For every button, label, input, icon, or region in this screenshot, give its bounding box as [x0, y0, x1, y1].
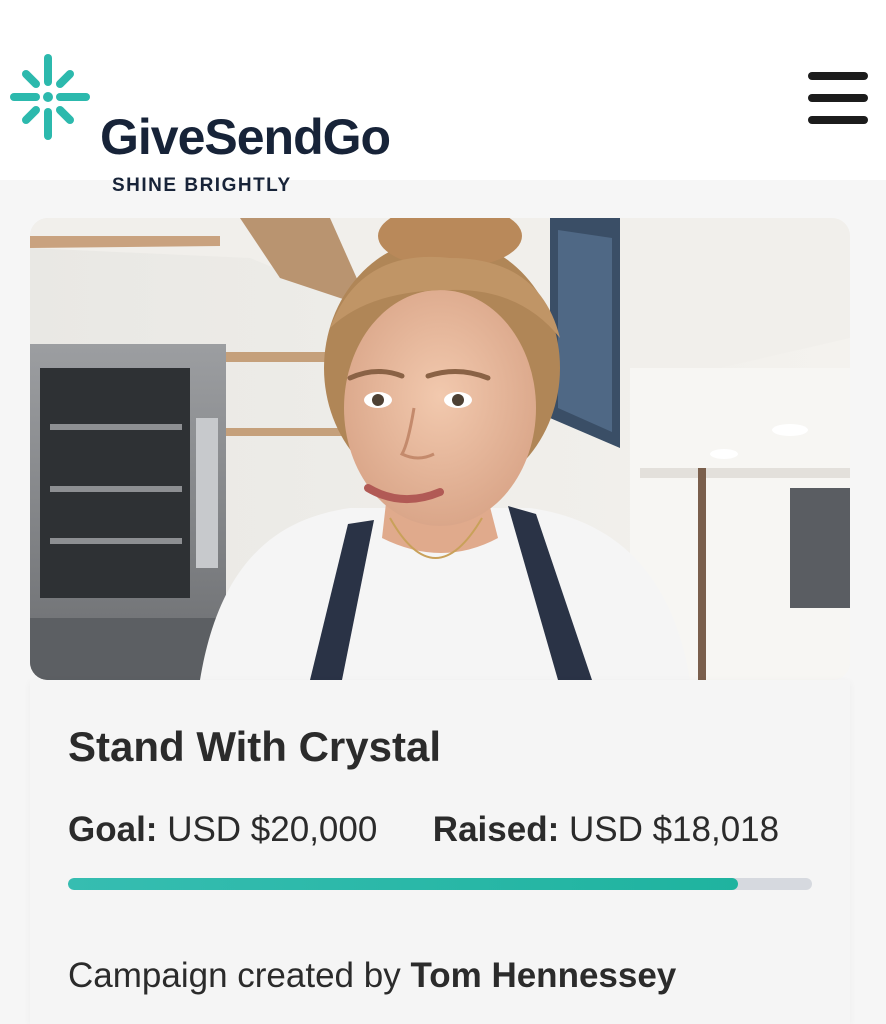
- campaign-summary-card: Stand With Crystal Goal: USD $20,000 Rai…: [30, 680, 850, 1024]
- site-logo[interactable]: GiveSendGo SHINE BRIGHTLY: [8, 52, 448, 195]
- brand-tagline: SHINE BRIGHTLY: [112, 175, 292, 196]
- hamburger-menu-icon-middle: [808, 94, 868, 102]
- brand-name: GiveSendGo: [100, 109, 391, 165]
- funding-progress-fill: [68, 878, 739, 890]
- sparkle-burst-icon: [10, 54, 90, 140]
- menu-button[interactable]: [800, 66, 870, 130]
- funding-progress-bar: [68, 878, 812, 890]
- campaign-stats: Goal: USD $20,000 Raised: USD $18,018: [68, 812, 779, 847]
- goal-value: USD $20,000: [167, 810, 378, 849]
- raised-value: USD $18,018: [568, 810, 780, 849]
- creator-name-link[interactable]: Tom Hennessey: [410, 956, 676, 995]
- campaign-title[interactable]: Stand With Crystal: [68, 726, 441, 768]
- hamburger-menu-icon-bottom: [808, 116, 868, 124]
- campaign-hero-image[interactable]: [30, 218, 850, 680]
- hamburger-menu-icon: [808, 72, 868, 80]
- site-header: GiveSendGo SHINE BRIGHTLY: [0, 0, 886, 195]
- goal-label: Goal:: [68, 810, 158, 849]
- campaign-creator: Campaign created by Tom Hennessey: [68, 958, 676, 993]
- raised-label: Raised:: [432, 810, 560, 849]
- creator-prefix: Campaign created by: [68, 956, 401, 995]
- hero-photo: [30, 218, 850, 680]
